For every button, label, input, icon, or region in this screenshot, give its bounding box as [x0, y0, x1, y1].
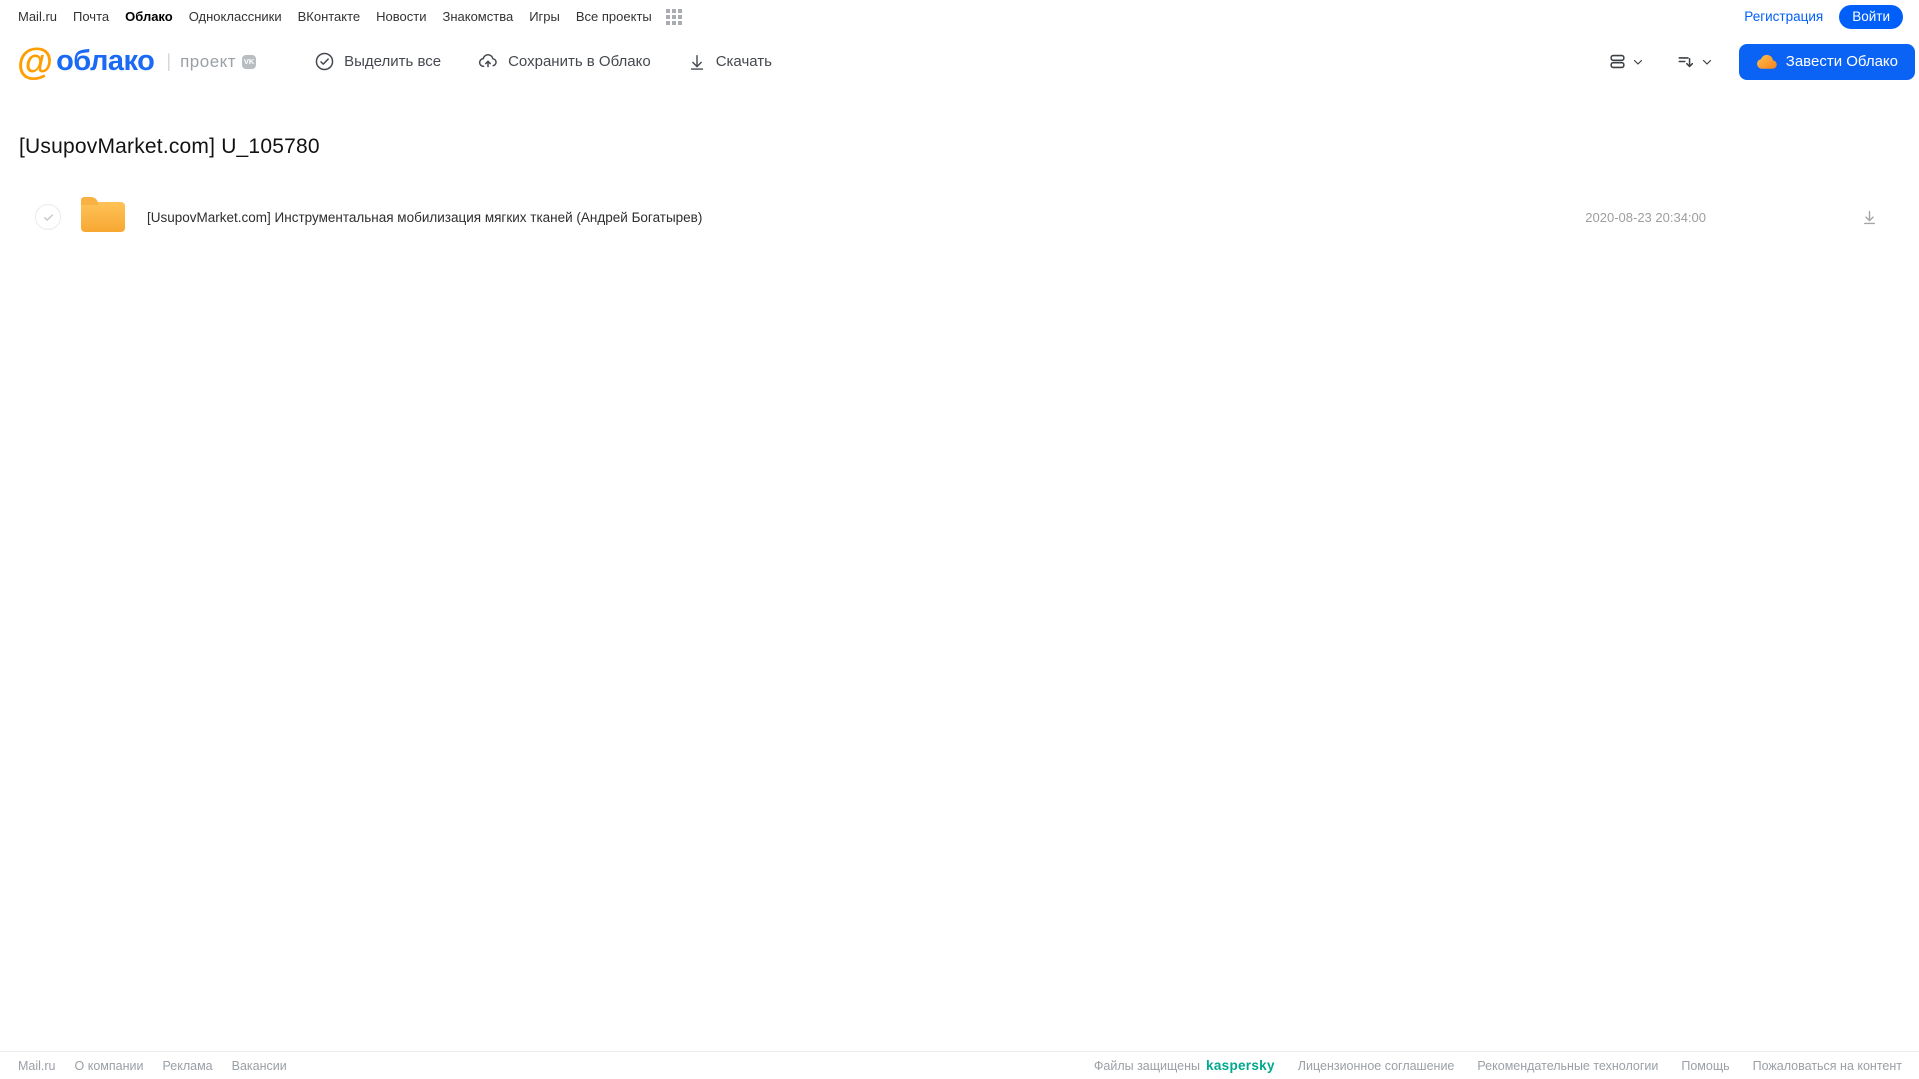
nav-link-igry[interactable]: Игры	[529, 9, 560, 24]
file-name-link[interactable]: [UsupovMarket.com] Инструментальная моби…	[147, 210, 702, 225]
list-view-icon	[1608, 52, 1627, 71]
select-all-button[interactable]: Выделить все	[314, 51, 441, 72]
footer-link-help[interactable]: Помощь	[1681, 1059, 1729, 1073]
top-nav-links: Mail.ru Почта Облако Одноклассники ВКонт…	[18, 8, 682, 25]
footer-link-ads[interactable]: Реклама	[162, 1059, 212, 1073]
sort-button[interactable]	[1672, 48, 1717, 75]
footer-link-mailru[interactable]: Mail.ru	[18, 1059, 56, 1073]
kaspersky-logo[interactable]: kaspersky	[1206, 1058, 1275, 1073]
top-nav: Mail.ru Почта Облако Одноклассники ВКонт…	[0, 0, 1919, 33]
get-cloud-button[interactable]: Завести Облако	[1738, 43, 1915, 80]
main-content: [UsupovMarket.com] U_105780 [UsupovMarke…	[0, 90, 1919, 1051]
nav-link-vse-proekty[interactable]: Все проекты	[576, 9, 652, 24]
cloud-upload-icon	[477, 51, 499, 72]
logo-text: облако	[56, 45, 155, 77]
nav-link-vkontakte[interactable]: ВКонтакте	[298, 9, 361, 24]
chevron-down-icon	[1701, 56, 1713, 68]
footer: Mail.ru О компании Реклама Вакансии Файл…	[0, 1051, 1919, 1079]
toolbar-right: Завести Облако	[1604, 43, 1915, 80]
download-icon	[1860, 208, 1879, 227]
footer-link-recommendations[interactable]: Рекомендательные технологии	[1477, 1059, 1658, 1073]
download-label: Скачать	[715, 53, 772, 70]
nav-link-novosti[interactable]: Новости	[376, 9, 426, 24]
nav-link-oblako[interactable]: Облако	[125, 9, 173, 24]
cloud-toolbar: @ облако | проект VK Выделить все Сохран…	[0, 33, 1919, 90]
nav-link-odnoklassniki[interactable]: Одноклассники	[189, 9, 282, 24]
logo-separator: |	[166, 51, 172, 71]
page-title: [UsupovMarket.com] U_105780	[19, 135, 320, 158]
folder-icon	[81, 197, 125, 232]
save-to-cloud-label: Сохранить в Облако	[508, 53, 651, 70]
registration-link[interactable]: Регистрация	[1744, 9, 1823, 24]
download-button[interactable]: Скачать	[687, 52, 772, 72]
vk-badge-icon: VK	[242, 54, 257, 69]
check-circle-icon	[314, 51, 335, 72]
table-row[interactable]: [UsupovMarket.com] Инструментальная моби…	[0, 196, 1919, 238]
mailru-at-icon: @	[17, 40, 53, 82]
footer-link-about[interactable]: О компании	[75, 1059, 144, 1073]
row-download-button[interactable]	[1858, 206, 1881, 229]
footer-link-license[interactable]: Лицензионное соглашение	[1298, 1059, 1455, 1073]
nav-link-znakomstva[interactable]: Знакомства	[442, 9, 513, 24]
save-to-cloud-button[interactable]: Сохранить в Облако	[477, 51, 651, 72]
logo-project-label: проект	[180, 51, 237, 71]
chevron-down-icon	[1632, 56, 1644, 68]
download-icon	[687, 52, 707, 72]
nav-link-mailru[interactable]: Mail.ru	[18, 9, 57, 24]
sort-icon	[1676, 52, 1696, 71]
footer-right-links: Файлы защищены kaspersky Лицензионное со…	[1094, 1058, 1902, 1073]
file-date: 2020-08-23 20:34:00	[1585, 209, 1706, 225]
login-button[interactable]: Войти	[1839, 4, 1903, 29]
top-nav-auth: Регистрация Войти	[1744, 4, 1903, 29]
apps-grid-icon[interactable]	[665, 8, 682, 25]
footer-link-jobs[interactable]: Вакансии	[232, 1059, 287, 1073]
footer-link-report[interactable]: Пожаловаться на контент	[1753, 1059, 1902, 1073]
footer-left-links: Mail.ru О компании Реклама Вакансии	[18, 1059, 287, 1073]
nav-link-pochta[interactable]: Почта	[73, 9, 109, 24]
get-cloud-label: Завести Облако	[1785, 53, 1898, 70]
select-all-label: Выделить все	[344, 53, 442, 70]
view-toggle-button[interactable]	[1604, 48, 1648, 75]
row-checkbox[interactable]	[35, 204, 61, 230]
protected-label: Файлы защищены	[1093, 1058, 1201, 1073]
toolbar-actions: Выделить все Сохранить в Облако Скачать	[314, 51, 772, 72]
kaspersky-protected: Файлы защищены kaspersky	[1094, 1058, 1275, 1073]
cloud-logo[interactable]: @ облако | проект VK	[17, 40, 257, 82]
page: Mail.ru Почта Облако Одноклассники ВКонт…	[0, 0, 1919, 1079]
cloud-icon	[1756, 54, 1777, 70]
